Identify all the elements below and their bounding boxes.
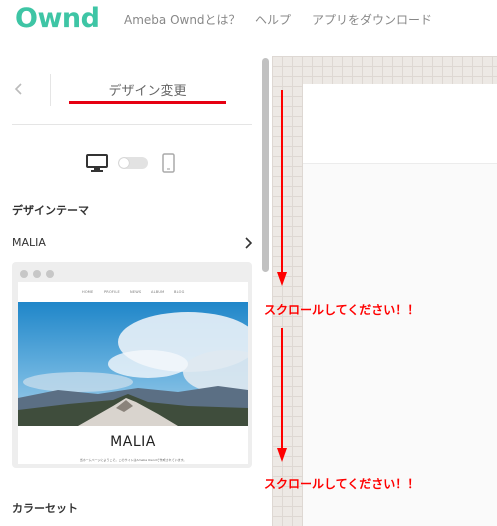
panel-title: デザイン変更 <box>108 84 187 99</box>
device-toggle-row <box>86 153 181 177</box>
scroll-annotation-1: スクロールしてください！！ <box>264 303 420 317</box>
preview-nav-item: HOME <box>82 290 94 294</box>
desktop-icon[interactable] <box>86 154 108 172</box>
design-theme-heading: デザインテーマ <box>12 204 89 217</box>
top-bar: Ownd Ameba Owndとは？ ヘルプ アプリをダウンロード <box>0 0 497 40</box>
preview-tagline: 当ホームページにようこそ。このサイトはAmeba Owndで作成されています。 <box>79 458 187 462</box>
window-dot <box>20 270 28 278</box>
hero-mountain-image <box>18 302 248 426</box>
design-sidebar: デザイン変更 デザインテーマ MALIA HOME PROFILE NEWS A… <box>0 56 258 526</box>
preview-nav-item: BLOG <box>174 290 185 294</box>
window-dot <box>46 270 54 278</box>
sidebar-scrollbar[interactable] <box>260 56 271 526</box>
scroll-arrow-down-icon <box>277 90 287 286</box>
nav-about[interactable]: Ameba Owndとは？ <box>124 11 241 28</box>
toggle-knob <box>119 158 129 168</box>
color-set-heading: カラーセット <box>12 502 78 515</box>
chevron-left-icon[interactable] <box>12 82 26 96</box>
preview-nav-item: NEWS <box>130 290 142 294</box>
preview-nav-item: ALBUM <box>151 290 165 294</box>
theme-preview-page: HOME PROFILE NEWS ALBUM BLOG MALIA 当ホームペ… <box>18 282 248 464</box>
scroll-arrow-down-icon <box>277 328 287 462</box>
theme-name: MALIA <box>12 236 46 249</box>
preview-nav-item: PROFILE <box>104 290 120 294</box>
scrollbar-thumb[interactable] <box>262 58 269 272</box>
view-toggle-switch[interactable] <box>118 157 148 169</box>
canvas-page-header <box>303 84 497 164</box>
ownd-logo[interactable]: Ownd <box>15 3 100 34</box>
header-separator <box>12 124 252 125</box>
window-dot <box>33 270 41 278</box>
nav-app-download[interactable]: アプリをダウンロード <box>312 11 432 28</box>
mobile-icon[interactable] <box>162 153 175 173</box>
preview-site-name: MALIA <box>110 434 156 450</box>
theme-selector[interactable]: MALIA <box>12 236 252 252</box>
scroll-annotation-2: スクロールしてください！！ <box>264 477 420 491</box>
theme-preview-card[interactable]: HOME PROFILE NEWS ALBUM BLOG MALIA 当ホームペ… <box>12 262 252 468</box>
title-underline <box>69 101 226 104</box>
nav-help[interactable]: ヘルプ <box>255 11 291 28</box>
chevron-right-icon <box>245 237 252 249</box>
header-divider <box>50 74 51 106</box>
